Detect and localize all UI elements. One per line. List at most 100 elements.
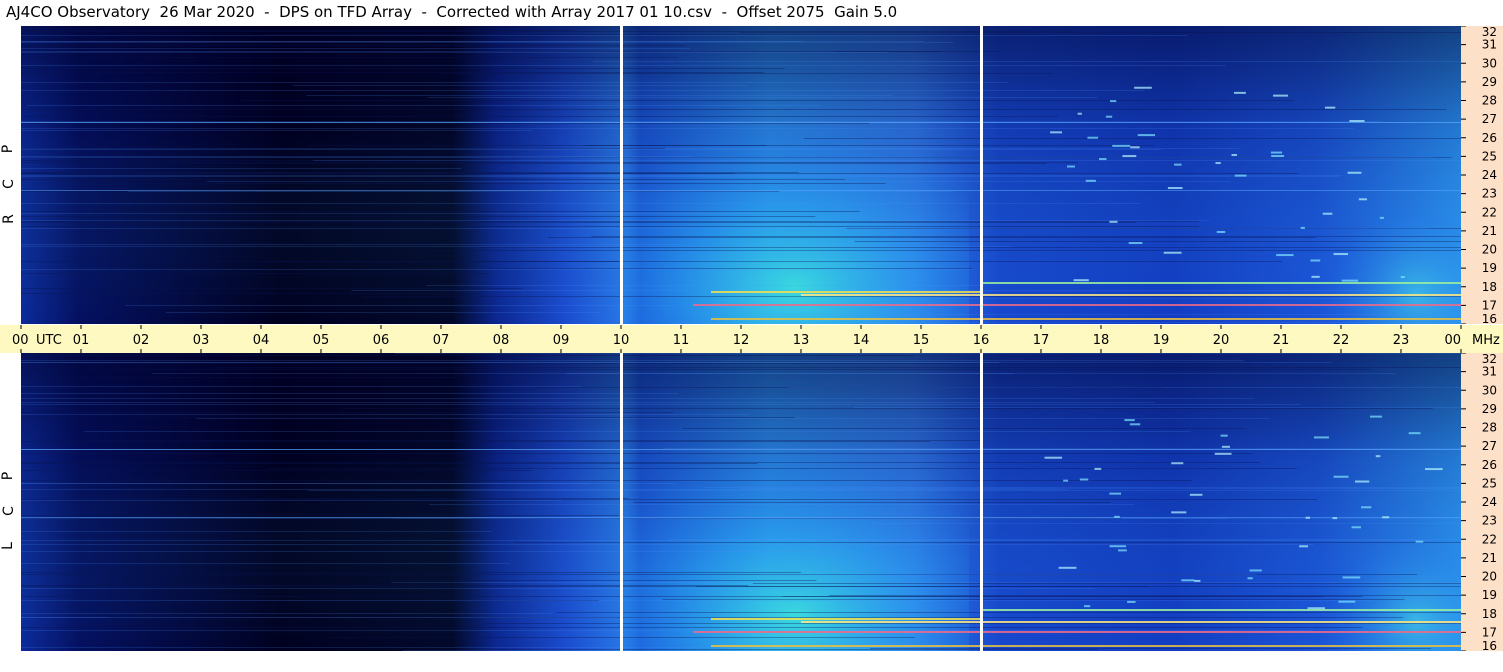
noise-streak: [21, 176, 1339, 177]
signal-burst: [1338, 600, 1356, 603]
signal-burst: [1351, 526, 1361, 529]
signal-burst: [1216, 230, 1226, 233]
utc-marker-16: [980, 26, 983, 324]
noise-streak: [21, 220, 1210, 221]
noise-streak: [21, 630, 1314, 631]
signal-burst: [1124, 419, 1135, 422]
noise-streak: [21, 52, 889, 53]
utc-tick-label: 14: [853, 333, 870, 348]
utc-tick-label: 10: [613, 333, 630, 348]
signal-burst: [1300, 226, 1305, 229]
noise-streak: [113, 163, 1046, 164]
utc-tick-label: 11: [673, 333, 690, 348]
signal-burst: [1079, 478, 1089, 481]
signal-burst: [1109, 100, 1117, 103]
freq-tick-label: 22: [1482, 205, 1497, 219]
spectrogram-figure: AJ4CO Observatory 26 Mar 2020 - DPS on T…: [0, 0, 1503, 672]
noise-streak: [306, 145, 767, 146]
noise-streak: [764, 314, 1503, 315]
noise-streak: [196, 418, 1271, 419]
utc-tick-label: 02: [133, 333, 150, 348]
signal-burst: [1129, 423, 1141, 426]
noise-streak: [21, 269, 974, 270]
noise-streak: [441, 73, 1052, 74]
rfi-line: [711, 318, 1461, 320]
noise-streak: [21, 417, 795, 418]
rfi-line: [801, 621, 1461, 623]
signal-burst: [1109, 220, 1118, 223]
noise-streak: [21, 72, 765, 73]
freq-tick-label: 20: [1482, 570, 1497, 584]
noise-streak: [21, 179, 846, 180]
noise-streak: [165, 312, 601, 313]
signal-burst: [1128, 242, 1143, 245]
noise-streak: [351, 290, 1503, 291]
signal-burst: [1087, 136, 1099, 139]
noise-streak: [787, 387, 1503, 388]
signal-burst: [1349, 120, 1365, 123]
freq-tick-label: 31: [1482, 38, 1497, 52]
freq-tick-label: 28: [1482, 94, 1497, 108]
noise-streak: [591, 236, 1503, 237]
signal-burst: [1333, 475, 1349, 478]
noise-streak: [21, 121, 1381, 122]
signal-burst: [1221, 445, 1231, 448]
noise-streak: [27, 105, 822, 106]
noise-streak: [312, 160, 1503, 161]
noise-streak: [803, 138, 1503, 139]
utc-tick-label: 04: [253, 333, 270, 348]
signal-burst: [1332, 517, 1338, 520]
freq-tick-label: 23: [1482, 514, 1497, 528]
noise-streak: [21, 168, 462, 169]
rfi-line: [711, 645, 1461, 647]
signal-burst: [1073, 279, 1089, 282]
utc-tick-label: 05: [313, 333, 330, 348]
noise-streak: [306, 95, 894, 96]
signal-burst: [1171, 462, 1184, 465]
noise-streak: [426, 285, 985, 286]
noise-streak: [487, 268, 973, 269]
signal-burst: [1214, 452, 1232, 455]
signal-burst: [1084, 605, 1091, 608]
freq-tick-label: 16: [1482, 639, 1497, 651]
signal-burst: [1354, 480, 1370, 483]
noise-streak: [21, 480, 1192, 481]
freq-tick-label: 18: [1482, 280, 1497, 294]
noise-streak: [135, 498, 629, 499]
freq-tick-label: 31: [1482, 365, 1497, 379]
signal-burst: [1299, 545, 1309, 548]
noise-streak: [21, 588, 1095, 589]
interference-line: [21, 190, 1461, 191]
signal-burst: [1273, 94, 1289, 97]
noise-streak: [241, 100, 1294, 101]
noise-streak: [259, 261, 1282, 262]
signal-burst: [1130, 146, 1140, 149]
interference-line: [21, 449, 1461, 450]
signal-burst: [1174, 163, 1182, 166]
signal-burst: [1341, 279, 1359, 282]
noise-streak: [58, 440, 981, 441]
signal-burst: [1370, 415, 1383, 418]
freq-tick-label: 27: [1482, 112, 1497, 126]
noise-streak: [21, 500, 563, 501]
noise-streak: [21, 483, 590, 484]
noise-streak: [21, 355, 915, 356]
freq-tick-label: 22: [1482, 532, 1497, 546]
polarization-letter: P: [0, 144, 17, 154]
rfi-line: [981, 282, 1461, 284]
utc-tick-label: 20: [1213, 333, 1230, 348]
noise-streak: [21, 360, 1244, 361]
noise-streak: [21, 515, 619, 516]
signal-burst: [1400, 275, 1405, 278]
figure-title: AJ4CO Observatory 26 Mar 2020 - DPS on T…: [6, 3, 898, 21]
noise-streak: [21, 398, 1255, 399]
noise-streak: [21, 551, 824, 552]
noise-streak: [21, 362, 1000, 363]
utc-tick-label: 03: [193, 333, 210, 348]
noise-streak: [21, 148, 666, 149]
noise-streak: [592, 61, 1503, 62]
noise-streak: [21, 30, 577, 31]
noise-streak: [21, 48, 690, 49]
noise-streak: [21, 402, 1156, 403]
noise-streak: [21, 82, 1008, 83]
